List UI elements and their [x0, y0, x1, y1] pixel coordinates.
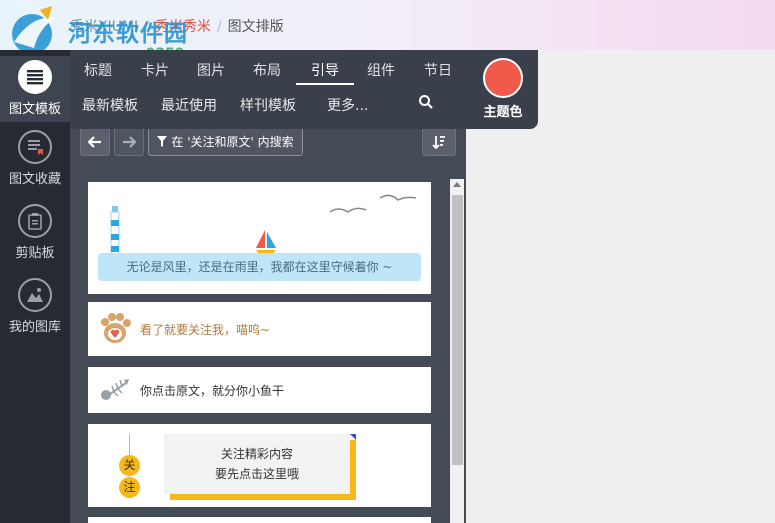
clipboard-icon [18, 204, 52, 238]
sidebar-item-label: 图文收藏 [8, 172, 61, 187]
top-bar: 秀米XIUMI / 秀米秀米 / 图文排版 河东软件园 [0, 0, 775, 50]
fishbone-icon [101, 379, 129, 400]
sidebar-item-label: 我的图库 [8, 320, 61, 335]
subtab-latest[interactable]: 最新模板 [82, 95, 138, 115]
sidebar-item-templates[interactable]: 图文模板 [0, 56, 70, 122]
tab-image[interactable]: 图片 [196, 60, 226, 80]
theme-color-swatch [483, 58, 523, 98]
sidebar-item-favorites[interactable]: 图文收藏 [0, 130, 70, 187]
sailboat-icon [256, 230, 276, 255]
sort-button[interactable] [422, 127, 456, 156]
seagulls-icon [329, 194, 417, 213]
bookmark-icon [18, 130, 52, 164]
tab-title[interactable]: 标题 [83, 60, 113, 80]
card-text: 要先点击这里哦 [214, 467, 299, 481]
arrow-right-icon [123, 135, 136, 148]
sort-icon [432, 135, 445, 149]
template-card[interactable] [88, 517, 431, 523]
tab-card[interactable]: 卡片 [140, 60, 170, 80]
template-list-panel: 在 '关注和原文' 内搜索 无论是风里，还是在雨里，我都在这里守候着你 ~ 看了… [70, 121, 466, 523]
arrow-left-icon [88, 135, 101, 148]
template-card[interactable]: 关 注 关注精彩内容 要先点击这里哦 [88, 424, 431, 507]
active-tab-indicator [296, 83, 354, 85]
card-tag: 注 [119, 477, 140, 498]
scroll-up-arrow[interactable] [453, 182, 461, 187]
subtab-more[interactable]: 更多... [327, 95, 368, 115]
filter-icon [157, 136, 168, 147]
sidebar: 图文模板 图文收藏 剪贴板 我的图库 [0, 50, 70, 523]
filter-search-button[interactable]: 在 '关注和原文' 内搜索 [148, 127, 303, 156]
category-nav: 标题 卡片 图片 布局 引导 组件 节日 最新模板 最近使用 样刊模板 更多..… [70, 50, 538, 129]
filter-label: 在 '关注和原文' 内搜索 [171, 135, 294, 149]
template-card[interactable]: 你点击原文，就分你小鱼干 [88, 367, 431, 413]
card-text: 你点击原文，就分你小鱼干 [140, 384, 285, 398]
subtab-recent[interactable]: 最近使用 [161, 95, 217, 115]
sidebar-item-clipboard[interactable]: 剪贴板 [0, 204, 70, 261]
paw-icon [101, 313, 131, 343]
sidebar-item-label: 图文模板 [8, 102, 61, 117]
theme-color-label: 主题色 [483, 105, 523, 120]
breadcrumb-current: 图文排版 [227, 19, 284, 35]
back-button[interactable] [80, 127, 110, 156]
template-card[interactable]: 看了就要关注我，喵呜~ [88, 302, 431, 356]
subtab-sample[interactable]: 样刊模板 [240, 95, 296, 115]
lighthouse-icon [110, 206, 120, 254]
card-callout-box: 关注精彩内容 要先点击这里哦 [164, 434, 356, 494]
tab-guide[interactable]: 引导 [310, 60, 340, 80]
sidebar-item-label: 剪贴板 [15, 246, 55, 261]
sidebar-item-gallery[interactable]: 我的图库 [0, 278, 70, 335]
image-icon [18, 278, 52, 312]
template-card[interactable]: 无论是风里，还是在雨里，我都在这里守候着你 ~ [88, 182, 431, 294]
theme-color-button[interactable]: 主题色 [476, 58, 530, 120]
tab-festival[interactable]: 节日 [423, 60, 453, 80]
watermark-text: 河东软件园 [68, 21, 188, 47]
search-icon[interactable] [418, 94, 434, 110]
tab-layout[interactable]: 布局 [252, 60, 282, 80]
category-tabs: 标题 卡片 图片 布局 引导 组件 节日 [70, 50, 470, 86]
card-text: 无论是风里，还是在雨里，我都在这里守候着你 ~ [98, 253, 421, 281]
scrollbar-thumb[interactable] [452, 195, 463, 465]
list-icon [18, 60, 52, 94]
tab-component[interactable]: 组件 [366, 60, 396, 80]
card-text: 看了就要关注我，喵呜~ [140, 323, 271, 337]
card-tag: 关 [119, 455, 140, 476]
forward-button[interactable] [114, 127, 144, 156]
card-text: 关注精彩内容 [220, 447, 293, 461]
